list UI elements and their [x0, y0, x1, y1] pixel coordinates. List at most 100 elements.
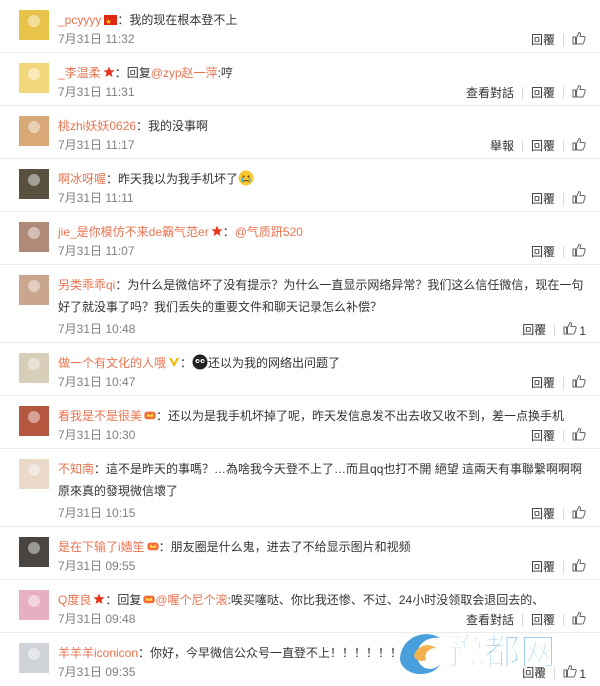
like-button[interactable] [572, 243, 586, 261]
comment-username[interactable]: 桃zhi妖妖0626 [58, 119, 136, 133]
like-button[interactable] [572, 611, 586, 629]
comment-item: jie_是你模仿不来de霸气范er ：@气质趼520 7月31日 11:07 回覆 [0, 212, 600, 265]
comment-time: 7月31日 11:11 [58, 191, 134, 205]
comment-username[interactable]: 做一个有文化的人哦 [58, 356, 166, 370]
like-button[interactable] [572, 505, 586, 523]
like-button[interactable]: 1 [563, 664, 586, 682]
avatar[interactable] [19, 590, 49, 620]
comment-username[interactable]: jie_是你模仿不来de霸气范er [58, 225, 209, 239]
report-button[interactable]: 舉報 [490, 138, 514, 154]
thumbs-up-icon [572, 31, 586, 45]
reply-button[interactable]: 回覆 [531, 244, 555, 260]
like-button[interactable] [572, 31, 586, 49]
mention-link[interactable]: @喔个尼个滚 [155, 593, 227, 607]
reply-button[interactable]: 回覆 [531, 138, 555, 154]
v-badge-icon [169, 358, 180, 367]
reply-button[interactable]: 回覆 [522, 322, 546, 338]
like-button[interactable] [572, 558, 586, 576]
comment-item: 不知南：這不是昨天的事嗎？…為啥我今天登不上了…而且qq也打不開 絕望 這兩天有… [0, 449, 600, 527]
avatar[interactable] [19, 643, 49, 673]
reply-button[interactable]: 回覆 [531, 612, 555, 628]
comment-username[interactable]: Q度良 [58, 593, 91, 607]
comment-body: 做一个有文化的人哦 ： 还以为我的网络出问题了 [58, 352, 586, 374]
comment-body: _pcyyyy ：我的现在根本登不上 [58, 9, 586, 34]
comment-list: _pcyyyy ：我的现在根本登不上 7月31日 11:32 回覆 _李温柔 ：回复… [0, 0, 600, 686]
comment-body: Q度良 ：回复 @喔个尼个滚:唉买噻哒、你比我还惨、不过、24小时没领取会退回去的、 [58, 589, 586, 611]
divider [554, 667, 556, 679]
avatar[interactable] [19, 537, 49, 567]
avatar[interactable] [19, 10, 49, 40]
comment-item: 另类乖乖qi：为什么是微信坏了没有提示？为什么一直显示网络异常？我们这么信任微信… [0, 265, 600, 343]
comment-actions: 舉報 回覆 [490, 137, 586, 155]
comment-body: 另类乖乖qi：为什么是微信坏了没有提示？为什么一直显示网络异常？我们这么信任微信… [58, 274, 586, 318]
reply-button[interactable]: 回覆 [531, 428, 555, 444]
comment-actions: 回覆 [531, 427, 586, 445]
reply-button[interactable]: 回覆 [531, 559, 555, 575]
comment-body: 看我是不是很美 ：还以为是我手机坏掉了呢，昨天发信息发不出去收又收不到，差一点换手… [58, 405, 586, 427]
avatar[interactable] [19, 63, 49, 93]
vip-crown-icon [143, 595, 155, 604]
comment-username[interactable]: 啊冰呀喔 [58, 172, 106, 186]
flag-icon [104, 12, 118, 34]
reply-button[interactable]: 回覆 [522, 665, 546, 681]
reply-button[interactable]: 回覆 [531, 32, 555, 48]
view-conversation-button[interactable]: 查看對話 [466, 612, 514, 628]
comment-text: 还以为我的网络出问题了 [208, 356, 341, 370]
mention-link[interactable]: @气质趼520 [235, 225, 303, 239]
comment-actions: 回覆 1 [522, 664, 586, 682]
like-count: 1 [579, 324, 586, 338]
avatar[interactable] [19, 353, 49, 383]
comment-item: Q度良 ：回复 @喔个尼个滚:唉买噻哒、你比我还惨、不过、24小时没领取会退回去的、… [0, 580, 600, 633]
comment-username[interactable]: _pcyyyy [58, 13, 101, 27]
comment-username[interactable]: 不知南 [58, 462, 94, 476]
thumbs-up-icon [572, 558, 586, 572]
comment-time: 7月31日 10:15 [58, 506, 136, 520]
comment-actions: 回覆 [531, 374, 586, 392]
comment-body: 羊羊羊iconicon：你好，今早微信公众号一直登不上！！！！！！ [58, 642, 586, 664]
reply-button[interactable]: 回覆 [531, 191, 555, 207]
like-button[interactable] [572, 84, 586, 102]
avatar[interactable] [19, 222, 49, 252]
comment-username[interactable]: 羊羊羊iconicon [58, 646, 138, 660]
like-button[interactable] [572, 374, 586, 392]
comment-username[interactable]: 另类乖乖qi [58, 278, 115, 292]
divider [563, 140, 564, 152]
comment-time: 7月31日 10:47 [58, 375, 136, 389]
comment-username[interactable]: 是在下输了i嫱笙 [58, 540, 145, 554]
reply-button[interactable]: 回覆 [531, 85, 555, 101]
reply-button[interactable]: 回覆 [531, 506, 555, 522]
like-count: 1 [579, 667, 586, 681]
comment-actions: 回覆 [531, 190, 586, 208]
comment-actions: 查看對話 回覆 [466, 84, 586, 102]
mention-link[interactable]: @zyp赵一萍 [151, 66, 218, 80]
avatar[interactable] [19, 169, 49, 199]
comment-username[interactable]: 看我是不是很美 [58, 409, 142, 423]
avatar[interactable] [19, 406, 49, 436]
like-button[interactable] [572, 427, 586, 445]
comment-text: ：还以为是我手机坏掉了呢，昨天发信息发不出去收又收不到，差一点换手机 [156, 409, 565, 423]
comment-body: _李温柔 ：回复@zyp赵一萍:哼 [58, 62, 586, 84]
comment-text: ： [180, 356, 193, 370]
comment-body: 桃zhi妖妖0626：我的没事啊 [58, 115, 586, 137]
comment-username[interactable]: _李温柔 [58, 66, 101, 80]
thumbs-up-icon [572, 84, 586, 98]
thumbs-up-icon [572, 427, 586, 441]
reply-button[interactable]: 回覆 [531, 375, 555, 391]
comment-body: jie_是你模仿不来de霸气范er ：@气质趼520 [58, 221, 586, 243]
view-conversation-button[interactable]: 查看對話 [466, 85, 514, 101]
comment-actions: 回覆 1 [522, 321, 586, 339]
comment-body: 不知南：這不是昨天的事嗎？…為啥我今天登不上了…而且qq也打不開 絕望 這兩天有… [58, 458, 586, 502]
avatar[interactable] [19, 275, 49, 305]
thumbs-up-icon [572, 505, 586, 519]
comment-text: ：昨天我以为我手机坏了 [106, 172, 239, 186]
comment-item: _pcyyyy ：我的现在根本登不上 7月31日 11:32 回覆 [0, 0, 600, 53]
comment-time: 7月31日 11:31 [58, 85, 135, 99]
divider [563, 87, 564, 99]
like-button[interactable]: 1 [563, 321, 586, 339]
avatar[interactable] [19, 116, 49, 146]
like-button[interactable] [572, 190, 586, 208]
comment-actions: 查看對話 回覆 [466, 611, 586, 629]
divider [563, 377, 564, 389]
avatar[interactable] [19, 459, 49, 489]
like-button[interactable] [572, 137, 586, 155]
